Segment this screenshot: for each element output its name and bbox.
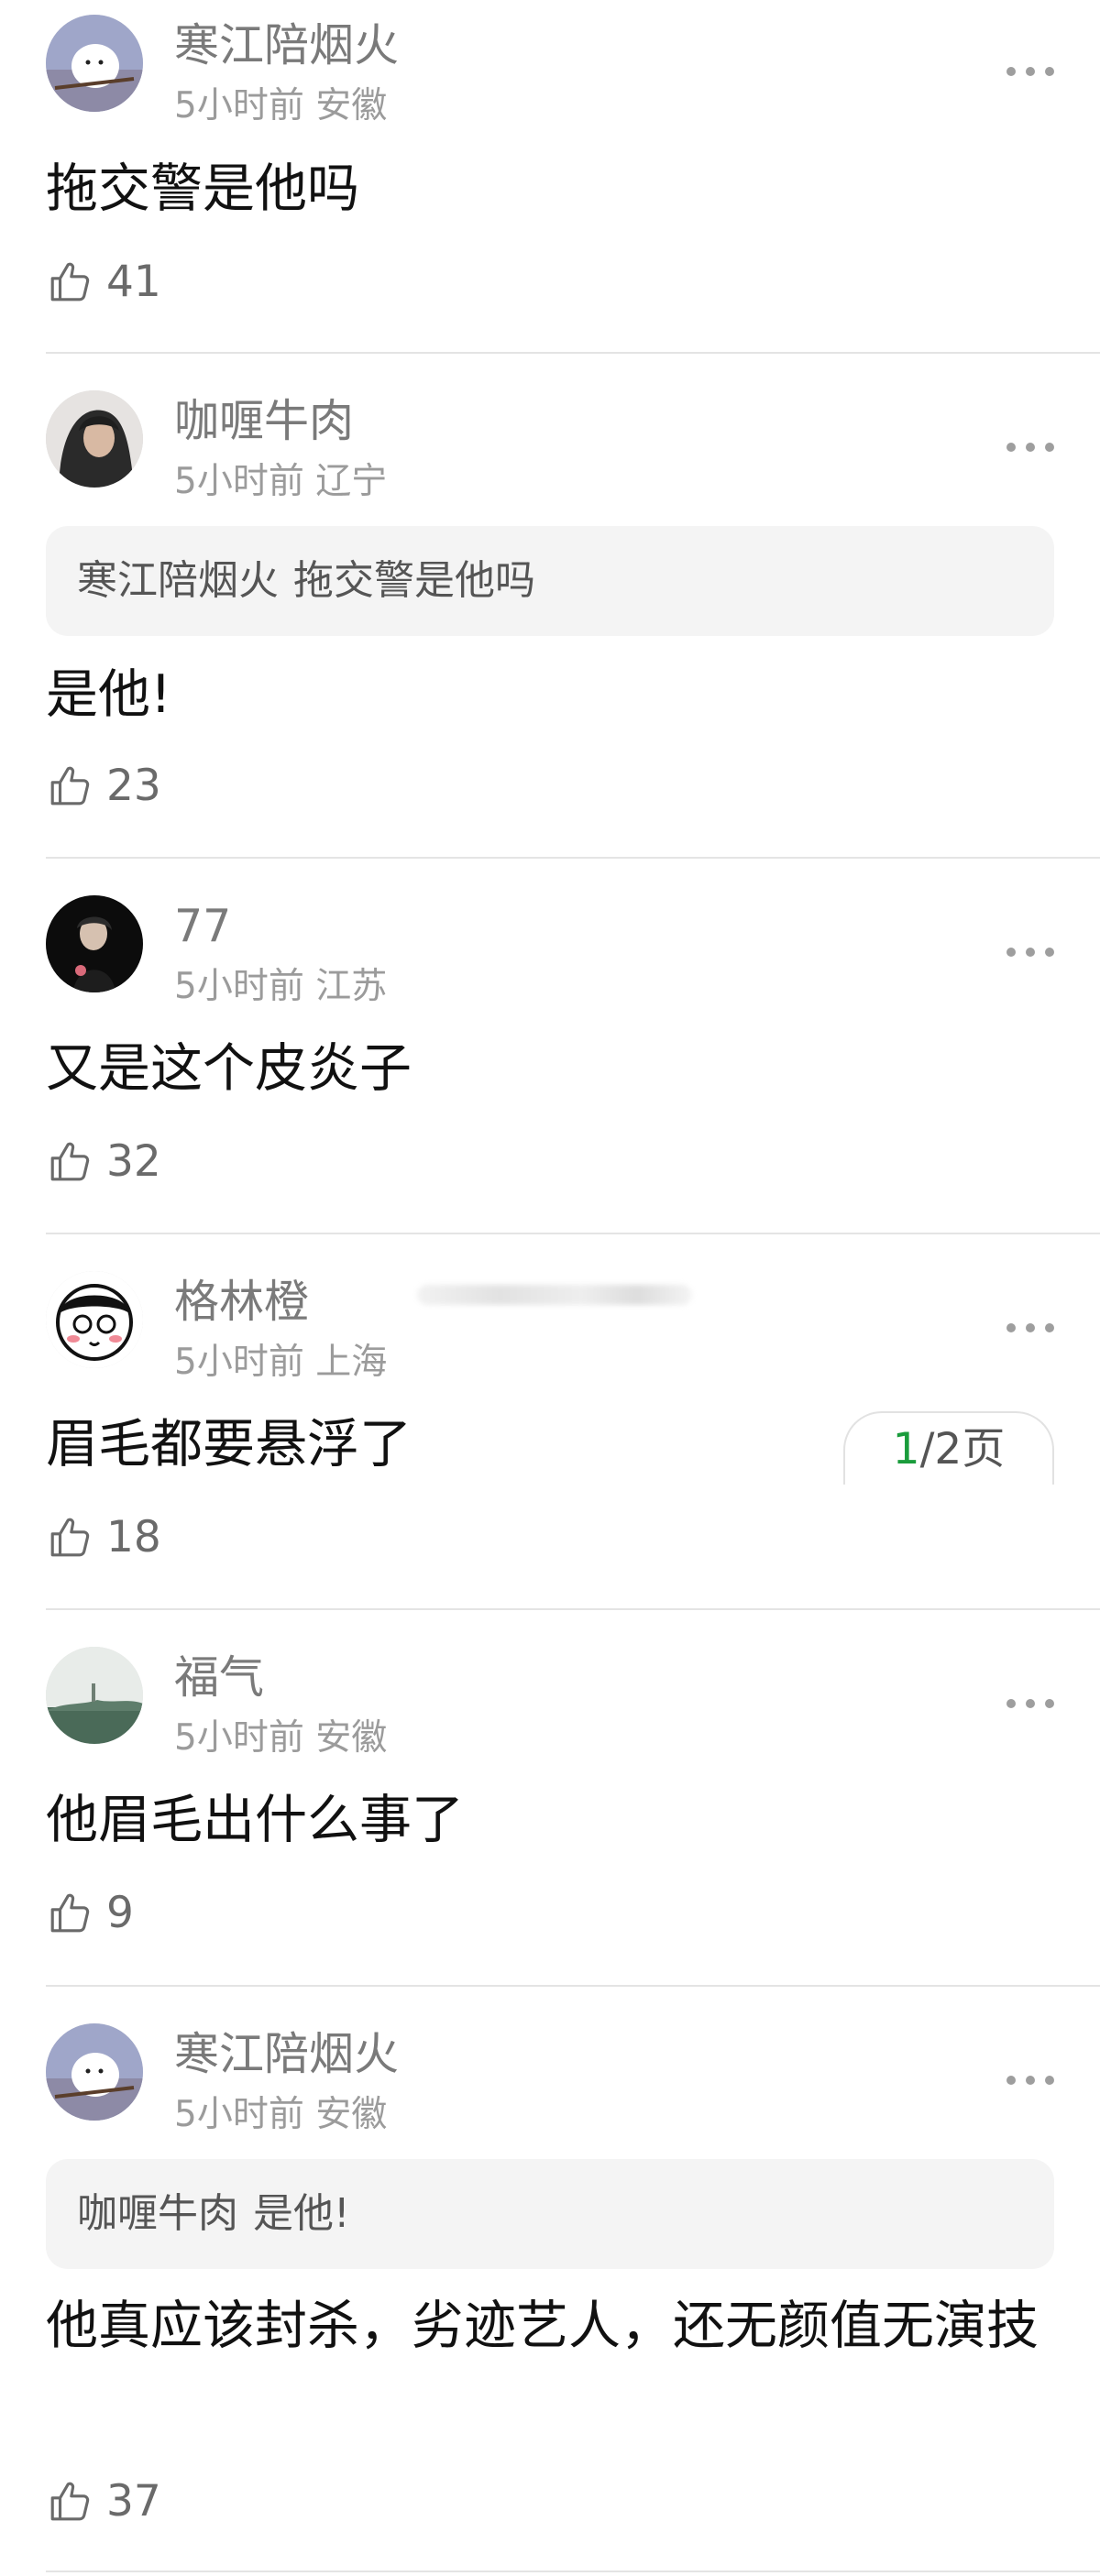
like-count: 41: [106, 257, 161, 307]
like-button[interactable]: 9: [48, 1888, 134, 1939]
avatar[interactable]: [46, 390, 143, 488]
quoted-comment[interactable]: 咖喱牛肉 是他!: [46, 2159, 1054, 2269]
thumbs-up-icon: [50, 766, 90, 806]
thumbs-up-icon: [50, 1518, 90, 1557]
quoted-text: 拖交警是他吗: [293, 557, 535, 604]
like-count: 32: [106, 1136, 161, 1187]
quoted-text: 是他!: [253, 2190, 350, 2237]
comment-meta: 5小时前 辽宁: [174, 460, 387, 504]
comment-time: 5小时前: [174, 2094, 304, 2135]
divider: [46, 1985, 1100, 1987]
divider: [46, 1608, 1100, 1610]
comment-location: 上海: [315, 1342, 388, 1383]
comment-time: 5小时前: [174, 966, 304, 1007]
username[interactable]: 77: [174, 899, 231, 954]
dark-portrait-avatar-icon: [46, 895, 143, 992]
thumbs-up-icon: [50, 262, 90, 301]
thumbs-up-icon: [50, 1142, 90, 1181]
comment-location: 安徽: [315, 85, 388, 126]
more-options-icon[interactable]: [1006, 946, 1054, 959]
comment-meta: 5小时前 安徽: [174, 2093, 387, 2137]
comment-location: 江苏: [315, 966, 388, 1007]
like-count: 18: [106, 1512, 161, 1562]
avatar[interactable]: [46, 2023, 143, 2121]
comment-meta: 5小时前 上海: [174, 1341, 387, 1385]
like-button[interactable]: 37: [48, 2476, 161, 2527]
more-options-icon[interactable]: [1006, 441, 1054, 454]
more-options-icon[interactable]: [1006, 1321, 1054, 1334]
comment-meta: 5小时前 安徽: [174, 1716, 387, 1760]
comment-meta: 5小时前 安徽: [174, 84, 387, 128]
person-avatar-icon: [46, 390, 143, 488]
comment-text: 是他!: [46, 664, 171, 725]
avatar[interactable]: [46, 895, 143, 992]
like-button[interactable]: 32: [48, 1136, 161, 1188]
quoted-comment[interactable]: 寒江陪烟火 拖交警是他吗: [46, 526, 1054, 636]
bird-avatar-icon: [46, 2023, 143, 2121]
more-options-icon[interactable]: [1006, 2074, 1054, 2087]
page-current: 1: [892, 1424, 920, 1474]
blurred-content: [417, 1285, 692, 1305]
like-count: 9: [106, 1888, 134, 1938]
quoted-username: 咖喱牛肉: [77, 2190, 238, 2237]
cartoon-avatar-icon: [46, 1271, 143, 1368]
comment-meta: 5小时前 江苏: [174, 965, 387, 1009]
avatar[interactable]: [46, 1271, 143, 1368]
comment-time: 5小时前: [174, 461, 304, 502]
avatar[interactable]: [46, 15, 143, 112]
avatar[interactable]: [46, 1647, 143, 1744]
quoted-username: 寒江陪烟火: [77, 557, 279, 604]
comment-text: 他真应该封杀，劣迹艺人，还无颜值无演技: [46, 2296, 1039, 2356]
more-options-icon[interactable]: [1006, 65, 1054, 78]
divider: [46, 2571, 1100, 2572]
username[interactable]: 格林橙: [174, 1275, 309, 1330]
more-options-icon[interactable]: [1006, 1697, 1054, 1710]
like-button[interactable]: 41: [48, 257, 161, 308]
divider: [46, 1233, 1100, 1234]
comment-text: 拖交警是他吗: [46, 159, 359, 219]
username[interactable]: 寒江陪烟火: [174, 18, 399, 73]
like-count: 37: [106, 2476, 161, 2527]
comment-location: 辽宁: [315, 461, 388, 502]
username[interactable]: 咖喱牛肉: [174, 394, 354, 449]
page-indicator-button[interactable]: 1/2页: [843, 1411, 1054, 1485]
divider: [46, 857, 1100, 859]
thumbs-up-icon: [50, 2482, 90, 2521]
comment-location: 安徽: [315, 1717, 388, 1759]
comment-location: 安徽: [315, 2094, 388, 2135]
like-button[interactable]: 23: [48, 761, 161, 812]
comment-time: 5小时前: [174, 85, 304, 126]
username[interactable]: 寒江陪烟火: [174, 2027, 399, 2082]
comment-time: 5小时前: [174, 1717, 304, 1759]
divider: [46, 352, 1100, 354]
like-button[interactable]: 18: [48, 1512, 161, 1563]
like-count: 23: [106, 761, 161, 811]
landscape-avatar-icon: [46, 1647, 143, 1744]
comment-time: 5小时前: [174, 1342, 304, 1383]
comment-text: 他眉毛出什么事了: [46, 1790, 464, 1850]
page-total: /2页: [919, 1424, 1006, 1474]
thumbs-up-icon: [50, 1893, 90, 1933]
username[interactable]: 福气: [174, 1650, 264, 1705]
bird-avatar-icon: [46, 15, 143, 112]
comment-text: 又是这个皮炎子: [46, 1038, 412, 1099]
